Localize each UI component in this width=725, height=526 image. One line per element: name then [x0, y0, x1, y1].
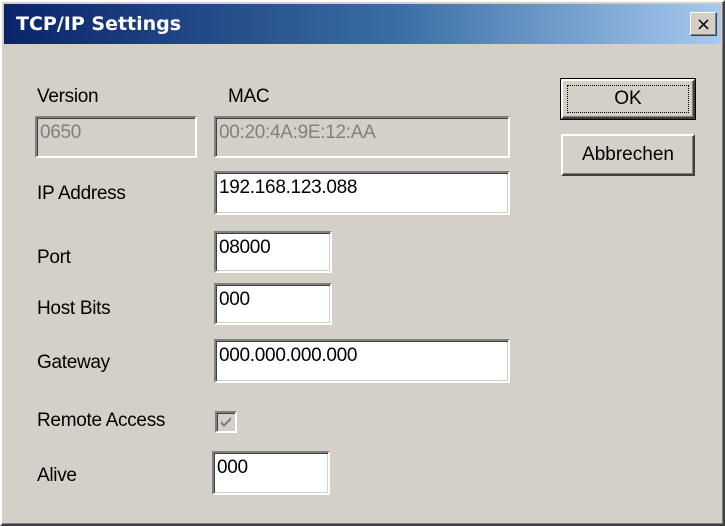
ok-button[interactable]: OK — [560, 78, 696, 120]
checkmark-icon — [221, 417, 231, 427]
mac-field: 00:20:4A:9E:12:AA — [214, 116, 510, 158]
host-bits-field[interactable]: 000 — [214, 283, 332, 325]
dialog-title: TCP/IP Settings — [16, 13, 182, 35]
mac-label: MAC — [228, 86, 270, 107]
title-bar[interactable]: TCP/IP Settings × — [4, 4, 721, 44]
cancel-button[interactable]: Abbrechen — [561, 134, 695, 176]
cancel-button-label: Abbrechen — [582, 144, 674, 165]
ok-button-label: OK — [614, 88, 642, 109]
gateway-label: Gateway — [37, 352, 110, 373]
ip-address-field[interactable]: 192.168.123.088 — [214, 171, 510, 215]
remote-access-checkbox[interactable] — [215, 411, 237, 433]
version-label: Version — [37, 86, 99, 107]
port-field[interactable]: 08000 — [214, 231, 332, 273]
port-label: Port — [37, 247, 71, 268]
ip-address-label: IP Address — [37, 183, 126, 204]
alive-field[interactable]: 000 — [212, 451, 330, 495]
gateway-field[interactable]: 000.000.000.000 — [214, 339, 510, 383]
alive-label: Alive — [37, 465, 77, 486]
remote-access-label: Remote Access — [37, 410, 166, 431]
tcpip-settings-dialog: TCP/IP Settings × Version MAC 0650 00:20… — [0, 0, 725, 526]
host-bits-label: Host Bits — [37, 298, 111, 319]
close-icon: × — [695, 13, 712, 35]
version-field: 0650 — [35, 116, 197, 158]
close-button[interactable]: × — [690, 12, 717, 36]
